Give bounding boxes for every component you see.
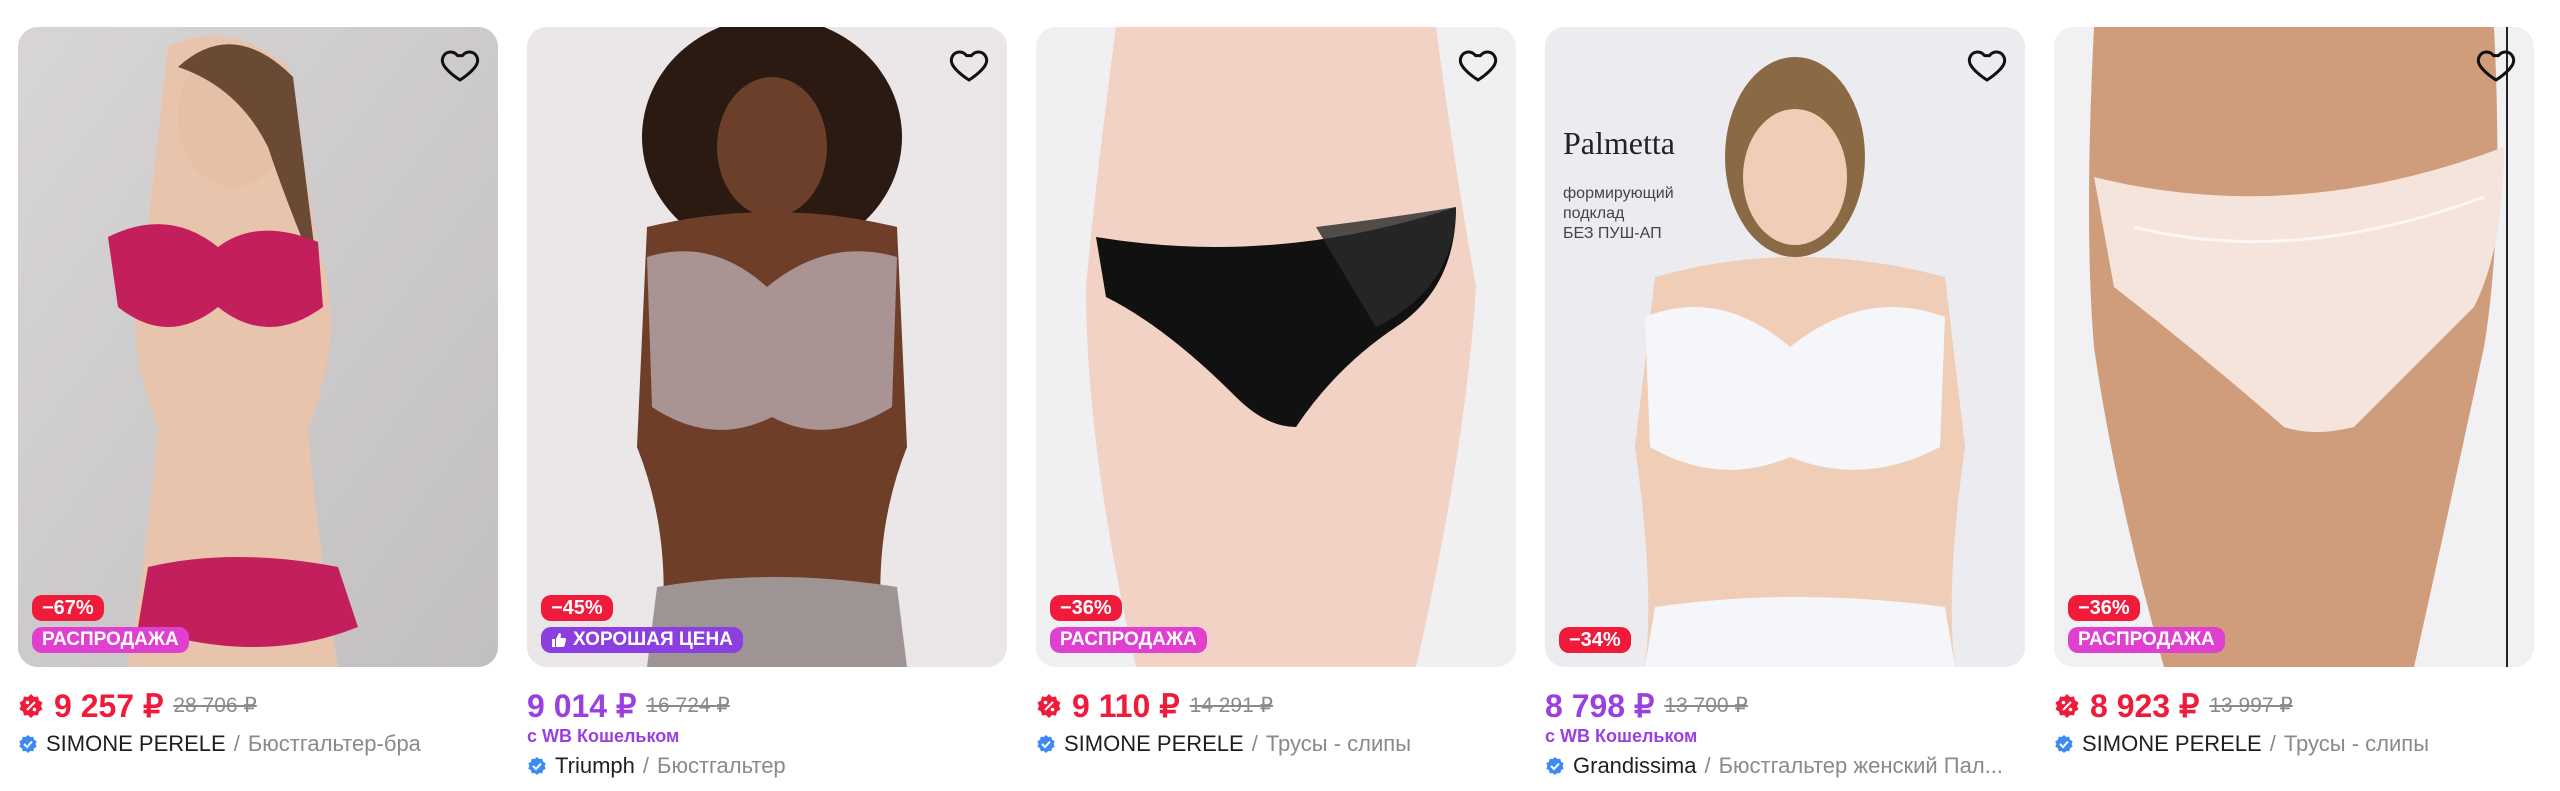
brand-name[interactable]: SIMONE PERELE <box>2082 729 2262 759</box>
discount-badge: −34% <box>1559 627 1631 653</box>
product-image <box>1036 27 1516 667</box>
product-card[interactable]: −36% РАСПРОДАЖА 8 923 ₽ 13 997 ₽ SIMONE … <box>2054 27 2534 787</box>
sale-percent-icon <box>19 694 43 718</box>
product-photo[interactable]: −67% РАСПРОДАЖА <box>18 27 498 667</box>
badge-stack: −45% ХОРОШАЯ ЦЕНА <box>541 595 743 653</box>
product-image <box>18 27 498 667</box>
favorite-button[interactable] <box>945 41 993 89</box>
product-meta[interactable]: Grandissima / Бюстгальтер женский Пал... <box>1545 751 2025 781</box>
price-row: 9 257 ₽ 28 706 ₽ <box>18 687 498 725</box>
product-card[interactable]: −67% РАСПРОДАЖА 9 257 ₽ 28 706 ₽ SIMONE … <box>18 27 498 787</box>
brand-name[interactable]: Triumph <box>555 751 635 781</box>
favorite-button[interactable] <box>2472 41 2520 89</box>
product-grid: −67% РАСПРОДАЖА 9 257 ₽ 28 706 ₽ SIMONE … <box>0 0 2560 791</box>
current-price: 8 798 ₽ <box>1545 688 1655 724</box>
price-row: 9 014 ₽ 16 724 ₽ <box>527 687 1007 725</box>
current-price: 9 014 ₽ <box>527 688 637 724</box>
current-price: 8 923 ₽ <box>2090 688 2200 724</box>
wallet-note: с WB Кошельком <box>527 726 680 746</box>
heart-icon <box>2476 50 2516 82</box>
product-photo[interactable]: Palmetta формирующий подклад БЕЗ ПУШ-АП … <box>1545 27 2025 667</box>
product-title[interactable]: Трусы - слипы <box>2284 729 2429 759</box>
heart-icon <box>949 50 989 82</box>
separator: / <box>1251 731 1258 756</box>
sale-badge-label: РАСПРОДАЖА <box>2078 629 2215 650</box>
separator: / <box>1704 753 1711 778</box>
sale-percent-icon <box>1037 694 1061 718</box>
product-card[interactable]: −45% ХОРОШАЯ ЦЕНА 9 014 ₽ 16 724 ₽ с WB … <box>527 27 1007 787</box>
old-price: 16 724 ₽ <box>646 694 730 717</box>
heart-icon <box>1967 50 2007 82</box>
product-photo[interactable]: −36% РАСПРОДАЖА <box>1036 27 1516 667</box>
discount-badge: −36% <box>2068 595 2140 621</box>
verified-icon <box>1037 735 1055 753</box>
photo-overlay-text: Palmetta формирующий подклад БЕЗ ПУШ-АП <box>1563 125 1675 244</box>
verified-icon <box>528 757 546 775</box>
product-image <box>527 27 1007 667</box>
product-meta[interactable]: SIMONE PERELE / Бюстгальтер-бра <box>18 729 498 759</box>
sale-percent-icon <box>2055 694 2079 718</box>
photo-brand: Palmetta <box>1563 125 1675 161</box>
discount-badge: −36% <box>1050 595 1122 621</box>
badge-stack: −67% РАСПРОДАЖА <box>32 595 189 653</box>
discount-badge: −67% <box>32 595 104 621</box>
photo-line-2: подклад <box>1563 205 1625 222</box>
product-meta[interactable]: Triumph / Бюстгальтер <box>527 751 1007 781</box>
product-photo[interactable]: −36% РАСПРОДАЖА <box>2054 27 2534 667</box>
badge-stack: −34% <box>1559 627 1631 653</box>
product-image <box>2054 27 2534 667</box>
heart-icon <box>1458 50 1498 82</box>
product-meta[interactable]: SIMONE PERELE / Трусы - слипы <box>2054 729 2534 759</box>
sale-badge-label: РАСПРОДАЖА <box>1060 629 1197 650</box>
product-title[interactable]: Бюстгальтер <box>657 751 786 781</box>
separator: / <box>233 731 240 756</box>
wallet-note: с WB Кошельком <box>1545 726 1698 746</box>
sale-badge-label: РАСПРОДАЖА <box>42 629 179 650</box>
discount-badge: −45% <box>541 595 613 621</box>
favorite-button[interactable] <box>1963 41 2011 89</box>
product-title[interactable]: Бюстгальтер женский Пал... <box>1719 751 2003 781</box>
good-price-label: ХОРОШАЯ ЦЕНА <box>573 629 733 650</box>
product-card[interactable]: Palmetta формирующий подклад БЕЗ ПУШ-АП … <box>1545 27 2025 787</box>
badge-stack: −36% РАСПРОДАЖА <box>2068 595 2225 653</box>
product-title[interactable]: Трусы - слипы <box>1266 729 1411 759</box>
old-price: 14 291 ₽ <box>1189 694 1273 717</box>
verified-icon <box>2055 735 2073 753</box>
sale-badge: РАСПРОДАЖА <box>32 627 189 653</box>
sale-badge: РАСПРОДАЖА <box>2068 627 2225 653</box>
brand-name[interactable]: SIMONE PERELE <box>1064 729 1244 759</box>
thumbs-up-icon <box>552 633 567 647</box>
product-title[interactable]: Бюстгальтер-бра <box>248 729 421 759</box>
badge-stack: −36% РАСПРОДАЖА <box>1050 595 1207 653</box>
current-price: 9 257 ₽ <box>54 688 164 724</box>
price-row: 9 110 ₽ 14 291 ₽ <box>1036 687 1516 725</box>
current-price: 9 110 ₽ <box>1072 688 1180 724</box>
brand-name[interactable]: Grandissima <box>1573 751 1696 781</box>
price-row: 8 923 ₽ 13 997 ₽ <box>2054 687 2534 725</box>
heart-icon <box>440 50 480 82</box>
old-price: 28 706 ₽ <box>173 694 257 717</box>
separator: / <box>2269 731 2276 756</box>
product-meta[interactable]: SIMONE PERELE / Трусы - слипы <box>1036 729 1516 759</box>
verified-icon <box>19 735 37 753</box>
favorite-button[interactable] <box>436 41 484 89</box>
product-card[interactable]: −36% РАСПРОДАЖА 9 110 ₽ 14 291 ₽ SIMONE … <box>1036 27 1516 787</box>
old-price: 13 997 ₽ <box>2209 694 2293 717</box>
favorite-button[interactable] <box>1454 41 1502 89</box>
sale-badge: РАСПРОДАЖА <box>1050 627 1207 653</box>
old-price: 13 700 ₽ <box>1664 694 1748 717</box>
separator: / <box>642 753 649 778</box>
product-image <box>1545 27 2025 667</box>
photo-line-3: БЕЗ ПУШ-АП <box>1563 225 1662 242</box>
verified-icon <box>1546 757 1564 775</box>
product-photo[interactable]: −45% ХОРОШАЯ ЦЕНА <box>527 27 1007 667</box>
price-row: 8 798 ₽ 13 700 ₽ <box>1545 687 2025 725</box>
brand-name[interactable]: SIMONE PERELE <box>46 729 226 759</box>
photo-line-1: формирующий <box>1563 185 1674 202</box>
good-price-badge: ХОРОШАЯ ЦЕНА <box>541 627 743 653</box>
